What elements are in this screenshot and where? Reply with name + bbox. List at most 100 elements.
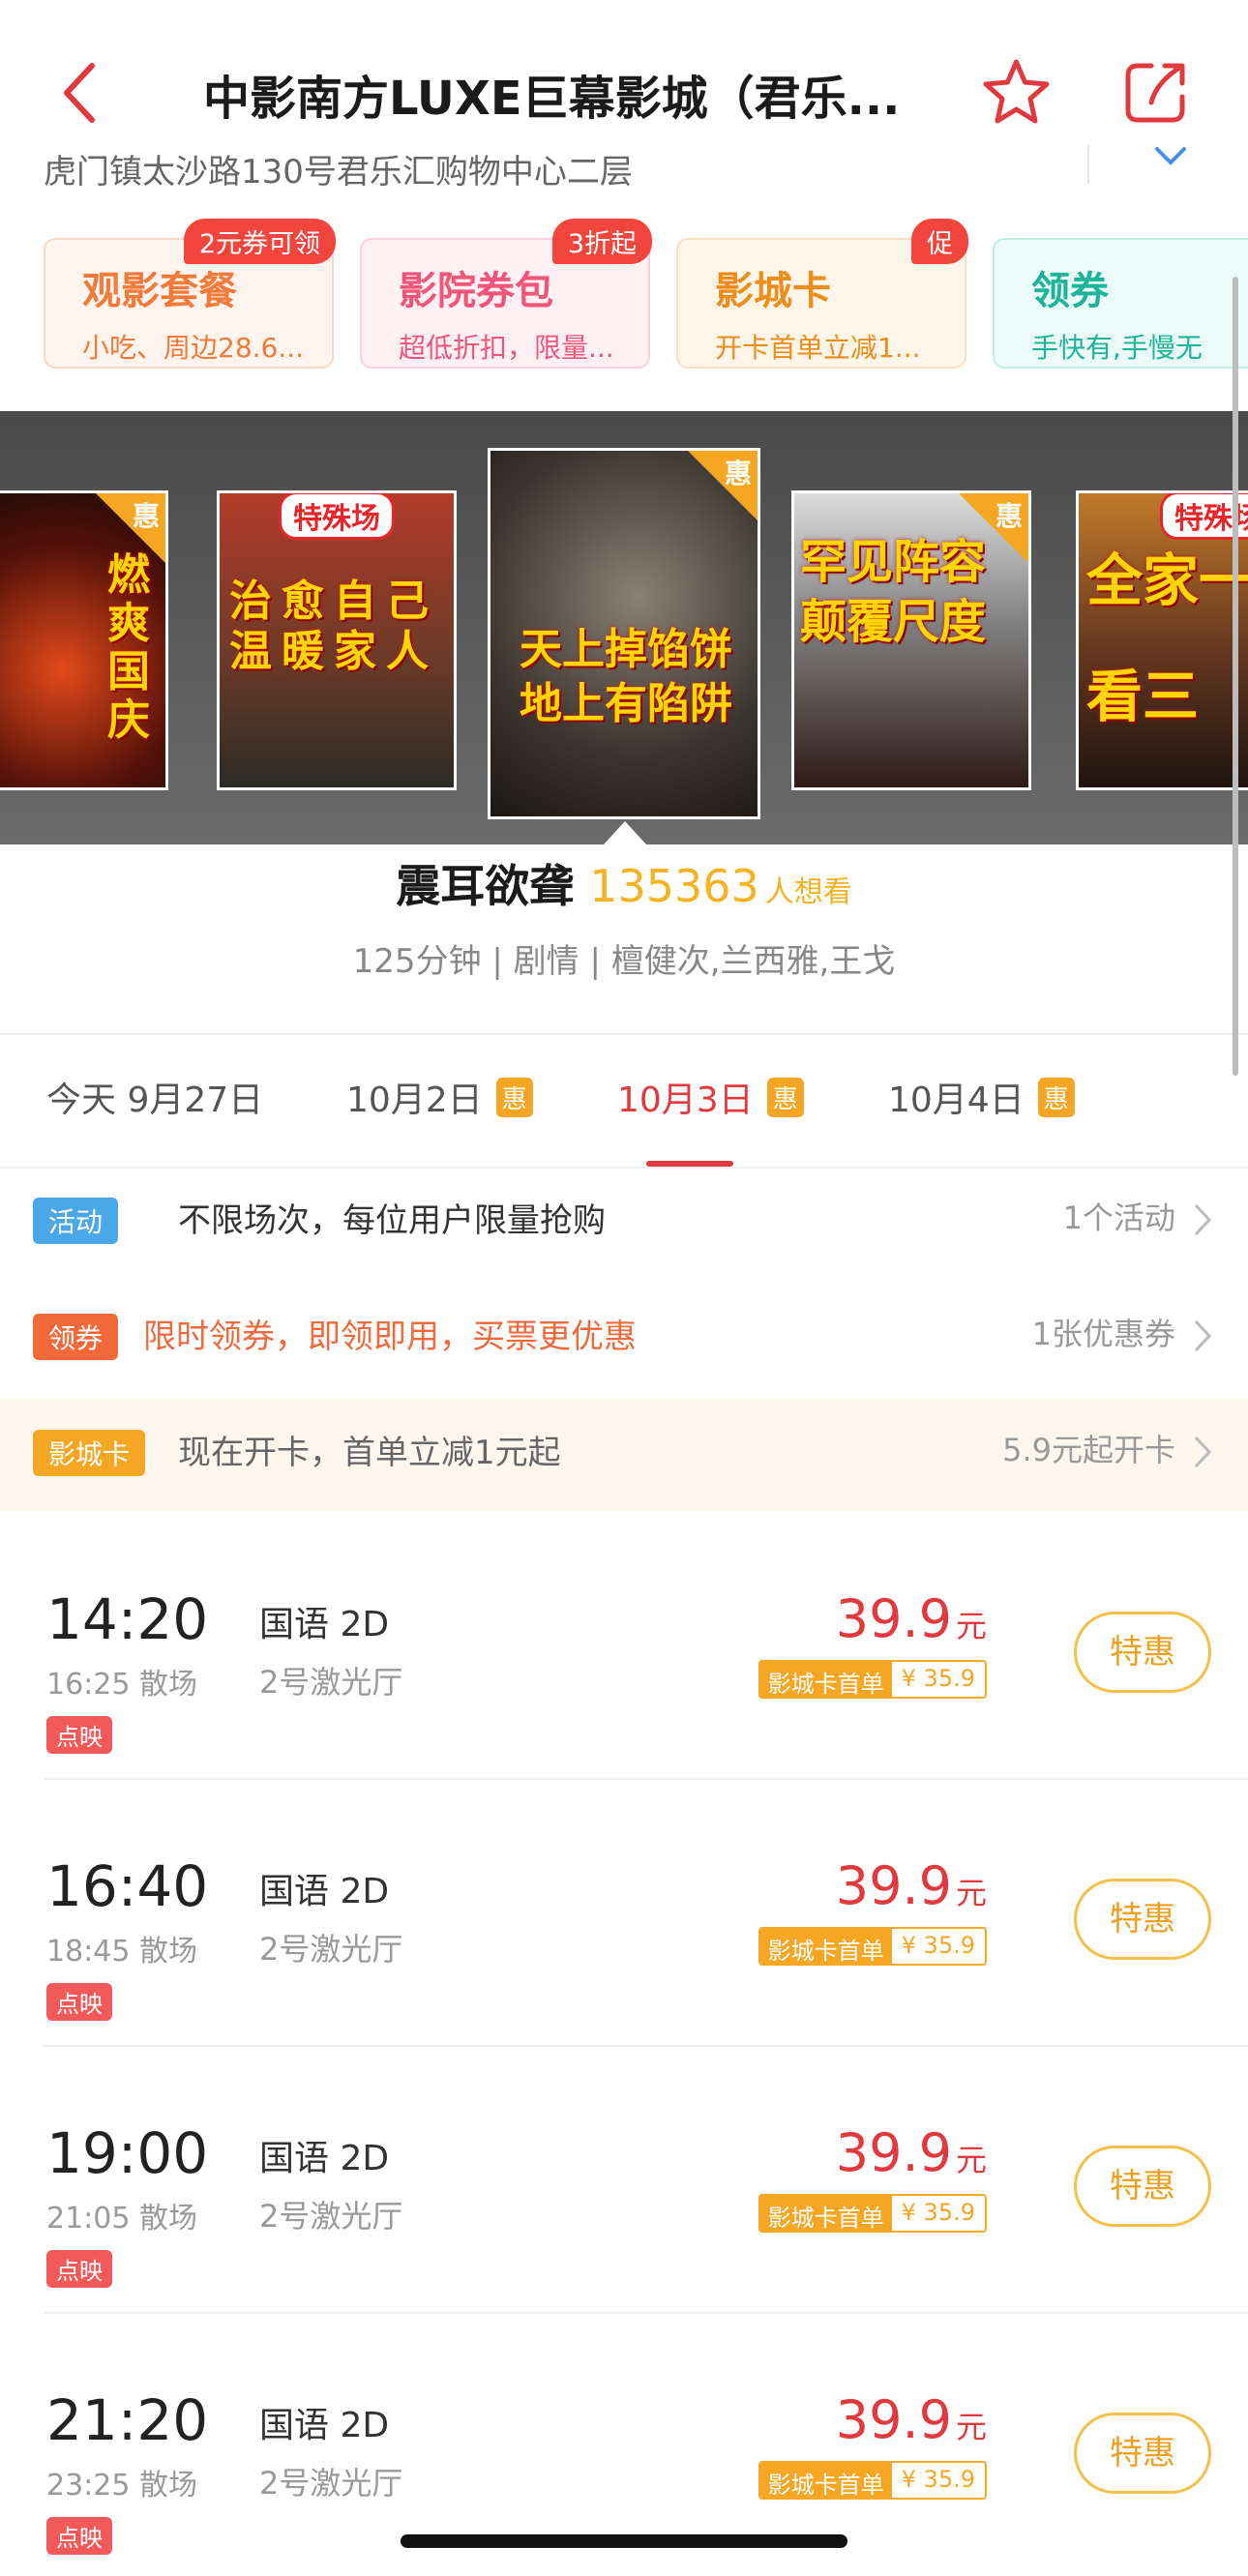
- price-unit: 元: [955, 1875, 987, 1911]
- promo-badge: 2元券可领: [183, 219, 336, 264]
- price-unit: 元: [955, 2142, 987, 2178]
- cinema-card-row[interactable]: 影城卡 现在开卡，首单立减1元起 5.9元起开卡: [0, 1399, 1248, 1511]
- discount-label: 惠: [132, 500, 160, 532]
- card-tag-label: 影城卡首单: [759, 2463, 892, 2498]
- card-tag-label: 影城卡首单: [759, 1929, 892, 1964]
- language-format: 国语 2D: [259, 1872, 390, 1911]
- coupon-row[interactable]: 领券 限时领券，即领即用，买票更优惠 1张优惠券: [0, 1283, 1248, 1391]
- price: 39.9 元: [836, 2389, 987, 2450]
- promo-badge: 3折起: [551, 219, 652, 264]
- home-indicator[interactable]: [401, 2534, 847, 2548]
- date-tab[interactable]: 10月4日惠: [888, 1072, 1075, 1122]
- coupon-text: 限时领券，即领即用，买票更优惠: [143, 1318, 637, 1356]
- movie-poster[interactable]: 全家一 看三 特殊场: [1076, 490, 1248, 790]
- discount-badge: 惠: [766, 1078, 804, 1117]
- showtime-row[interactable]: 16:40 18:45 散场 点映 国语 2D 2号激光厅 39.9 元 影城卡首…: [0, 1780, 1248, 2047]
- card-tag-price: ¥ 35.9: [891, 2463, 985, 2498]
- activity-text: 不限场次，每位用户限量抢购: [178, 1201, 606, 1240]
- price-unit: 元: [955, 1608, 987, 1644]
- movie-name: 震耳欲聋: [396, 860, 575, 912]
- promo-title: 影城卡: [715, 269, 831, 313]
- promo-title: 观影套餐: [82, 269, 237, 313]
- end-time: 18:45 散场: [46, 1935, 197, 1969]
- poster-carousel[interactable]: 燃爽国庆 惠 治愈自己 温暖家人 特殊场 天上掉馅饼 地上有陷阱 惠 罕见阵容 …: [0, 411, 1248, 844]
- selected-pointer: [604, 821, 646, 844]
- date-label: 10月2日: [346, 1081, 483, 1120]
- promo-coupon-card[interactable]: 领券 手快有,手慢无: [993, 238, 1248, 369]
- price-value: 39.9: [835, 2389, 952, 2450]
- start-time: 19:00: [46, 2120, 209, 2186]
- price-value: 39.9: [835, 2122, 952, 2183]
- promo-cards: 观影套餐 小吃、周边28.6... 2元券可领 影院券包 超低折扣，限量... …: [0, 219, 1248, 373]
- movie-poster[interactable]: 治愈自己 温暖家人 特殊场: [217, 490, 457, 790]
- end-time: 21:05 散场: [46, 2202, 197, 2235]
- date-label: 10月4日: [888, 1081, 1025, 1120]
- discount-badge: 惠: [1037, 1078, 1075, 1117]
- promo-cinema-card[interactable]: 影城卡 开卡首单立减1... 促: [676, 219, 968, 369]
- cinema-title: 中影南方LUXE巨幕影城（君乐...: [203, 72, 901, 126]
- date-label: 今天 9月27日: [46, 1081, 264, 1120]
- language-format: 国语 2D: [259, 2139, 390, 2178]
- card-price-tag: 影城卡首单 ¥ 35.9: [758, 2194, 987, 2233]
- discount-badge: 惠: [495, 1078, 533, 1117]
- start-time: 21:20: [46, 2387, 209, 2453]
- price: 39.9 元: [836, 1855, 987, 1916]
- chevron-right-icon: [1194, 1203, 1212, 1236]
- preview-tag: 点映: [46, 1983, 112, 2021]
- card-tag-label: 影城卡首单: [759, 2196, 892, 2231]
- date-tab[interactable]: 今天 9月27日: [46, 1072, 263, 1122]
- start-time: 16:40: [46, 1853, 209, 1919]
- back-icon[interactable]: [53, 58, 107, 128]
- buy-button[interactable]: 特惠: [1074, 2413, 1211, 2494]
- scrollbar[interactable]: [1233, 277, 1238, 1076]
- price-value: 39.9: [835, 1588, 952, 1649]
- card-price: 5.9元起开卡: [1002, 1432, 1175, 1468]
- poster-text: 燃爽国庆: [107, 550, 150, 745]
- share-icon[interactable]: [1122, 58, 1190, 126]
- promo-subtitle: 开卡首单立减1...: [715, 332, 921, 364]
- price: 39.9 元: [836, 2122, 987, 2183]
- price: 39.9 元: [836, 1588, 987, 1649]
- movie-poster[interactable]: 燃爽国庆 惠: [0, 490, 168, 790]
- promo-voucher-card[interactable]: 影院券包 超低折扣，限量... 3折起: [360, 219, 652, 369]
- want-label: 人想看: [764, 875, 852, 909]
- date-tabs: 今天 9月27日 10月2日惠 10月3日惠 10月4日惠: [0, 1033, 1248, 1169]
- start-time: 14:20: [46, 1586, 209, 1652]
- chevron-down-icon[interactable]: [1151, 143, 1190, 172]
- discount-label: 惠: [995, 500, 1023, 532]
- cinema-address[interactable]: 虎门镇太沙路130号君乐汇购物中心二层: [44, 145, 633, 192]
- divider: [1087, 145, 1089, 184]
- promo-title: 领券: [1031, 269, 1109, 313]
- movie-poster-selected[interactable]: 天上掉馅饼 地上有陷阱 惠: [488, 448, 760, 819]
- promo-package-card[interactable]: 观影套餐 小吃、周边28.6... 2元券可领: [44, 219, 336, 369]
- card-tag-price: ¥ 35.9: [891, 2196, 985, 2231]
- activity-row[interactable]: 活动 不限场次，每位用户限量抢购 1个活动: [0, 1167, 1248, 1275]
- price-value: 39.9: [835, 1855, 952, 1916]
- hall-name: 2号激光厅: [259, 2465, 403, 2502]
- promo-subtitle: 手快有,手慢无: [1031, 332, 1203, 364]
- movie-meta: 125分钟 | 剧情 | 檀健次,兰西雅,王戈: [352, 942, 896, 981]
- movie-poster[interactable]: 罕见阵容 颠覆尺度 惠: [791, 490, 1031, 790]
- movie-info[interactable]: 震耳欲聋 135363 人想看 125分钟 | 剧情 | 檀健次,兰西雅,王戈: [0, 851, 1248, 982]
- language-format: 国语 2D: [259, 2406, 390, 2445]
- hall-name: 2号激光厅: [259, 2198, 403, 2235]
- showtime-row[interactable]: 14:20 16:25 散场 点映 国语 2D 2号激光厅 39.9 元 影城卡首…: [0, 1513, 1248, 1780]
- promo-subtitle: 超低折扣，限量...: [399, 332, 614, 364]
- date-tab[interactable]: 10月2日惠: [346, 1072, 533, 1122]
- poster-text: 全家一 看三: [1086, 548, 1248, 729]
- buy-button[interactable]: 特惠: [1074, 2146, 1211, 2227]
- showtime-row[interactable]: 19:00 21:05 散场 点映 国语 2D 2号激光厅 39.9 元 影城卡首…: [0, 2047, 1248, 2314]
- date-tab-active[interactable]: 10月3日惠: [617, 1072, 804, 1122]
- card-badge: 影城卡: [33, 1430, 146, 1476]
- star-icon[interactable]: [980, 56, 1053, 129]
- header: 中影南方LUXE巨幕影城（君乐... 虎门镇太沙路130号君乐汇购物中心二层: [0, 0, 1248, 192]
- coupon-count: 1张优惠券: [1031, 1316, 1175, 1352]
- chevron-right-icon: [1194, 1436, 1212, 1468]
- preview-tag: 点映: [46, 1716, 112, 1754]
- hall-name: 2号激光厅: [259, 1664, 403, 1701]
- buy-button[interactable]: 特惠: [1074, 1879, 1211, 1960]
- card-price-tag: 影城卡首单 ¥ 35.9: [758, 1660, 987, 1699]
- card-tag-price: ¥ 35.9: [891, 1929, 985, 1964]
- buy-button[interactable]: 特惠: [1074, 1612, 1211, 1693]
- poster-text: 天上掉馅饼 地上有陷阱: [520, 625, 732, 728]
